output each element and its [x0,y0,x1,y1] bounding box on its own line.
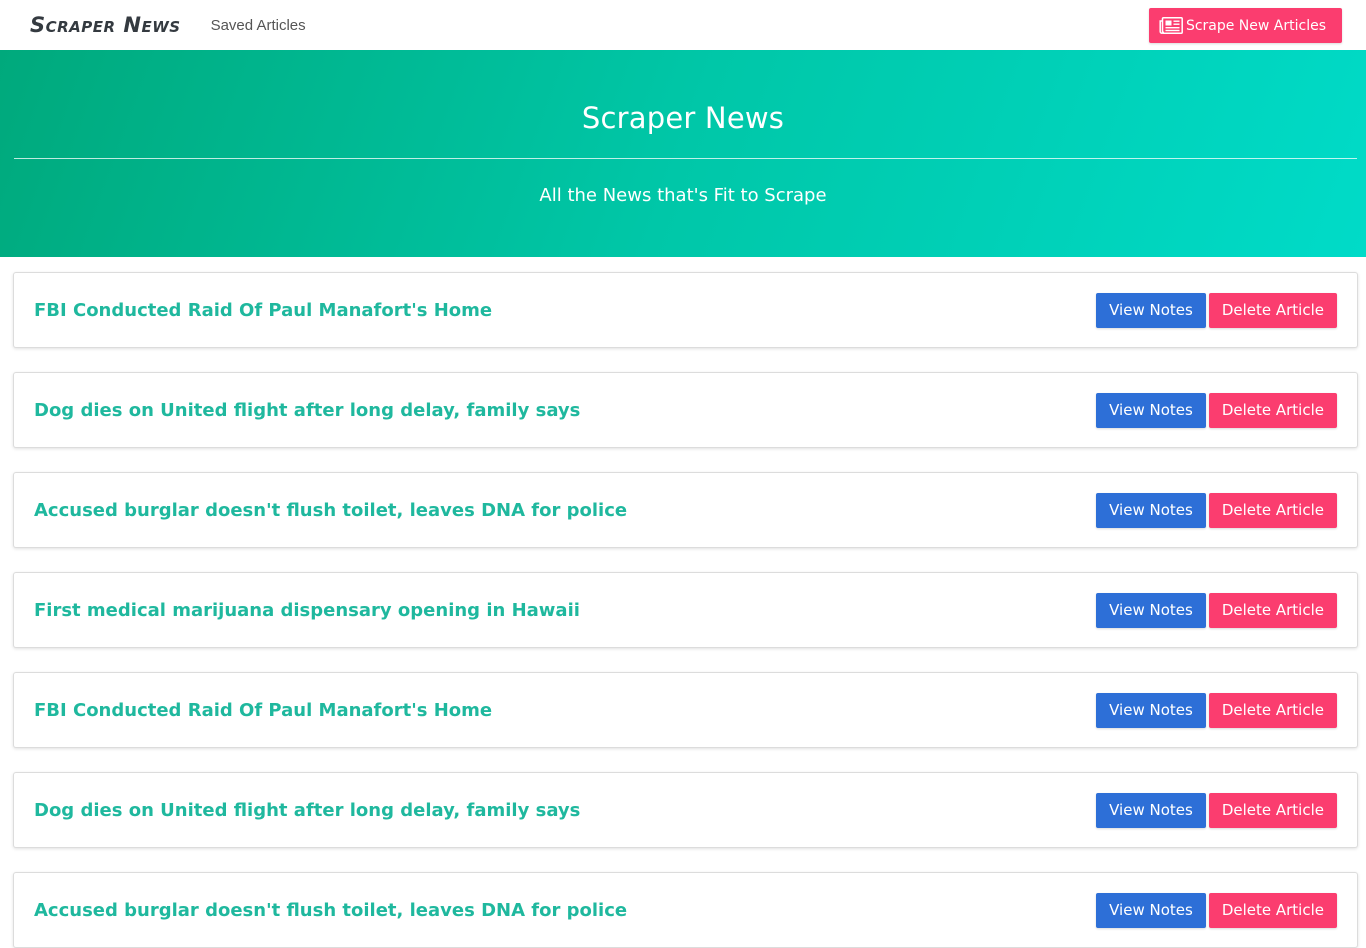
delete-article-button[interactable]: Delete Article [1208,892,1337,928]
newspaper-icon [1159,17,1183,34]
article-title-link[interactable]: Accused burglar doesn't flush toilet, le… [34,500,1096,521]
view-notes-button[interactable]: View Notes [1096,392,1206,428]
delete-article-button[interactable]: Delete Article [1208,292,1337,328]
scrape-button-label: Scrape New Articles [1185,17,1326,34]
scrape-new-articles-button[interactable]: Scrape New Articles [1148,8,1342,43]
brand-logo[interactable]: Scraper News [30,13,181,37]
view-notes-button[interactable]: View Notes [1096,892,1206,928]
article-list: FBI Conducted Raid Of Paul Manafort's Ho… [0,257,1366,948]
view-notes-button[interactable]: View Notes [1096,592,1206,628]
article-card: Accused burglar doesn't flush toilet, le… [13,472,1358,548]
page-title: Scraper News [581,101,785,135]
article-card: First medical marijuana dispensary openi… [13,572,1358,648]
view-notes-button[interactable]: View Notes [1096,692,1206,728]
navbar: Scraper News Saved Articles Scrape New A… [0,0,1366,50]
article-title-link[interactable]: FBI Conducted Raid Of Paul Manafort's Ho… [34,300,1096,321]
article-title-link[interactable]: Dog dies on United flight after long del… [34,800,1096,821]
delete-article-button[interactable]: Delete Article [1208,492,1337,528]
saved-articles-link[interactable]: Saved Articles [211,17,306,34]
page-subtitle: All the News that's Fit to Scrape [539,185,827,206]
article-card: FBI Conducted Raid Of Paul Manafort's Ho… [13,272,1358,348]
article-card: Accused burglar doesn't flush toilet, le… [13,872,1358,948]
divider [14,158,1357,159]
view-notes-button[interactable]: View Notes [1096,792,1206,828]
article-card: Dog dies on United flight after long del… [13,772,1358,848]
article-title-link[interactable]: FBI Conducted Raid Of Paul Manafort's Ho… [34,700,1096,721]
delete-article-button[interactable]: Delete Article [1208,392,1337,428]
delete-article-button[interactable]: Delete Article [1208,692,1337,728]
view-notes-button[interactable]: View Notes [1096,492,1206,528]
article-title-link[interactable]: First medical marijuana dispensary openi… [34,600,1096,621]
article-title-link[interactable]: Accused burglar doesn't flush toilet, le… [34,900,1096,921]
article-title-link[interactable]: Dog dies on United flight after long del… [34,400,1096,421]
delete-article-button[interactable]: Delete Article [1208,792,1337,828]
view-notes-button[interactable]: View Notes [1096,292,1206,328]
jumbotron: Scraper News All the News that's Fit to … [0,50,1366,257]
delete-article-button[interactable]: Delete Article [1208,592,1337,628]
article-card: FBI Conducted Raid Of Paul Manafort's Ho… [13,672,1358,748]
article-card: Dog dies on United flight after long del… [13,372,1358,448]
